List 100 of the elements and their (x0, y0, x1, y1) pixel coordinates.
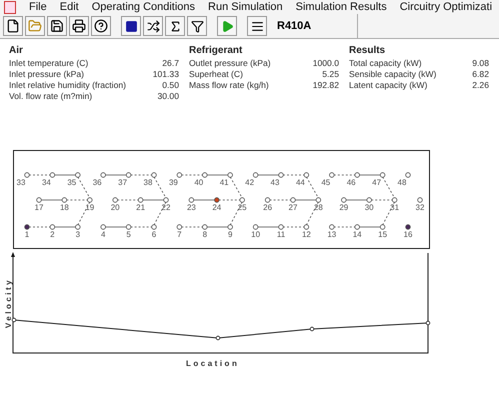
node-number: 18 (60, 203, 69, 212)
menu-item[interactable]: Operating Conditions (92, 1, 196, 13)
field-label: Mass flow rate (kg/h) (189, 80, 270, 90)
node-number: 38 (144, 178, 152, 187)
node-number: 33 (16, 178, 26, 187)
node-number: 28 (314, 203, 323, 212)
field-value: 6.82 (471, 69, 489, 79)
app-icon (4, 0, 16, 14)
field-label: Latent capacity (kW) (349, 80, 428, 90)
crossing-tubes-button[interactable] (143, 16, 163, 36)
node-number: 36 (92, 178, 102, 187)
node-number: 11 (276, 230, 286, 239)
menu-item[interactable]: Circuitry Optimizati (400, 1, 492, 13)
node-number: 44 (296, 178, 305, 187)
node-number: 10 (251, 230, 260, 239)
node-number: 1 (24, 230, 30, 239)
field-label: Inlet relative humidity (fraction) (9, 80, 128, 90)
node-number: 46 (346, 178, 356, 187)
save-icon (50, 19, 64, 33)
node-number: 7 (177, 230, 182, 239)
node-number: 26 (263, 203, 272, 212)
node-number: 15 (378, 230, 388, 239)
field-value: 9.08 (471, 58, 489, 68)
play-button[interactable] (217, 16, 237, 36)
node-number: 13 (327, 230, 336, 239)
field-value: 26.7 (161, 58, 179, 68)
node-number: 25 (238, 203, 247, 212)
node-number: 3 (76, 230, 80, 239)
node-number: 35 (67, 178, 76, 187)
crossing-tubes-icon (146, 20, 160, 32)
node-number: 14 (352, 230, 362, 239)
node-number: 4 (100, 230, 106, 239)
node-number: 30 (364, 203, 374, 212)
sigma-button[interactable] (165, 16, 185, 36)
help-icon (94, 19, 108, 33)
menu-item[interactable]: Simulation Results (296, 1, 387, 13)
axis-label: Velocity (5, 278, 13, 328)
node-number: 6 (152, 230, 156, 239)
node-number: 24 (212, 203, 222, 212)
field-value: 101.33 (152, 69, 179, 79)
node-number: 5 (126, 230, 131, 239)
field-label: Total capacity (kW) (349, 58, 423, 68)
node-number: 29 (339, 203, 348, 212)
node-number: 32 (416, 203, 424, 212)
field-value: 1000.0 (312, 58, 339, 68)
node-number: 19 (85, 203, 94, 212)
section-title: Refrigerant (189, 45, 244, 56)
node-number: 21 (136, 203, 146, 212)
field-value: 2.26 (471, 80, 489, 90)
list-icon (250, 20, 264, 32)
new-file-button[interactable] (3, 16, 23, 36)
field-value: 0.50 (161, 80, 179, 90)
node-number: 31 (390, 203, 400, 212)
axis-label: Location (186, 359, 240, 368)
node-number: 47 (372, 178, 382, 187)
field-label: Inlet pressure (kPa) (9, 69, 85, 79)
list-button[interactable] (247, 16, 267, 36)
print-button[interactable] (69, 16, 89, 36)
field-label: Superheat (C) (189, 69, 244, 79)
field-value: 5.25 (321, 69, 339, 79)
node-number: 16 (404, 230, 412, 239)
open-folder-icon (28, 19, 42, 33)
field-label: Outlet pressure (kPa) (189, 58, 272, 68)
help-button[interactable] (91, 16, 111, 36)
node-number: 41 (220, 178, 229, 187)
node-number: 37 (118, 178, 128, 187)
print-icon (72, 19, 86, 33)
field-label: Sensible capacity (kW) (349, 69, 438, 79)
menu-item[interactable]: Run Simulation (208, 1, 283, 13)
node-number: 45 (321, 178, 330, 187)
section-title: Air (9, 45, 24, 56)
field-label: Vol. flow rate (m?min) (9, 91, 94, 101)
menu-item[interactable]: Edit (60, 1, 79, 13)
node-number: 42 (245, 178, 254, 187)
node-number: 2 (50, 230, 55, 239)
node-number: 34 (42, 178, 51, 187)
node-number: 20 (110, 203, 120, 212)
node-number: 17 (34, 203, 44, 212)
node-number: 43 (270, 178, 280, 187)
new-file-icon (6, 19, 20, 33)
save-button[interactable] (47, 16, 67, 36)
funnel-icon (190, 20, 204, 32)
node-number: 27 (288, 203, 298, 212)
node-number: 23 (186, 203, 196, 212)
refrigerant-label: R410A (277, 14, 358, 38)
node-number: 40 (194, 178, 204, 187)
node-number: 9 (228, 230, 232, 239)
node-number: 12 (302, 230, 311, 239)
section-title: Results (349, 45, 386, 56)
field-value: 192.82 (312, 80, 339, 90)
field-label: Inlet temperature (C) (9, 58, 90, 68)
node-number: 48 (398, 178, 406, 187)
play-icon (220, 20, 234, 32)
field-value: 30.00 (156, 91, 179, 101)
sigma-icon (168, 20, 182, 32)
funnel-button[interactable] (187, 16, 207, 36)
node-number: 8 (202, 230, 208, 239)
menu-item[interactable]: File (29, 1, 47, 13)
node-number: 22 (162, 203, 170, 212)
node-number: 39 (168, 178, 178, 187)
